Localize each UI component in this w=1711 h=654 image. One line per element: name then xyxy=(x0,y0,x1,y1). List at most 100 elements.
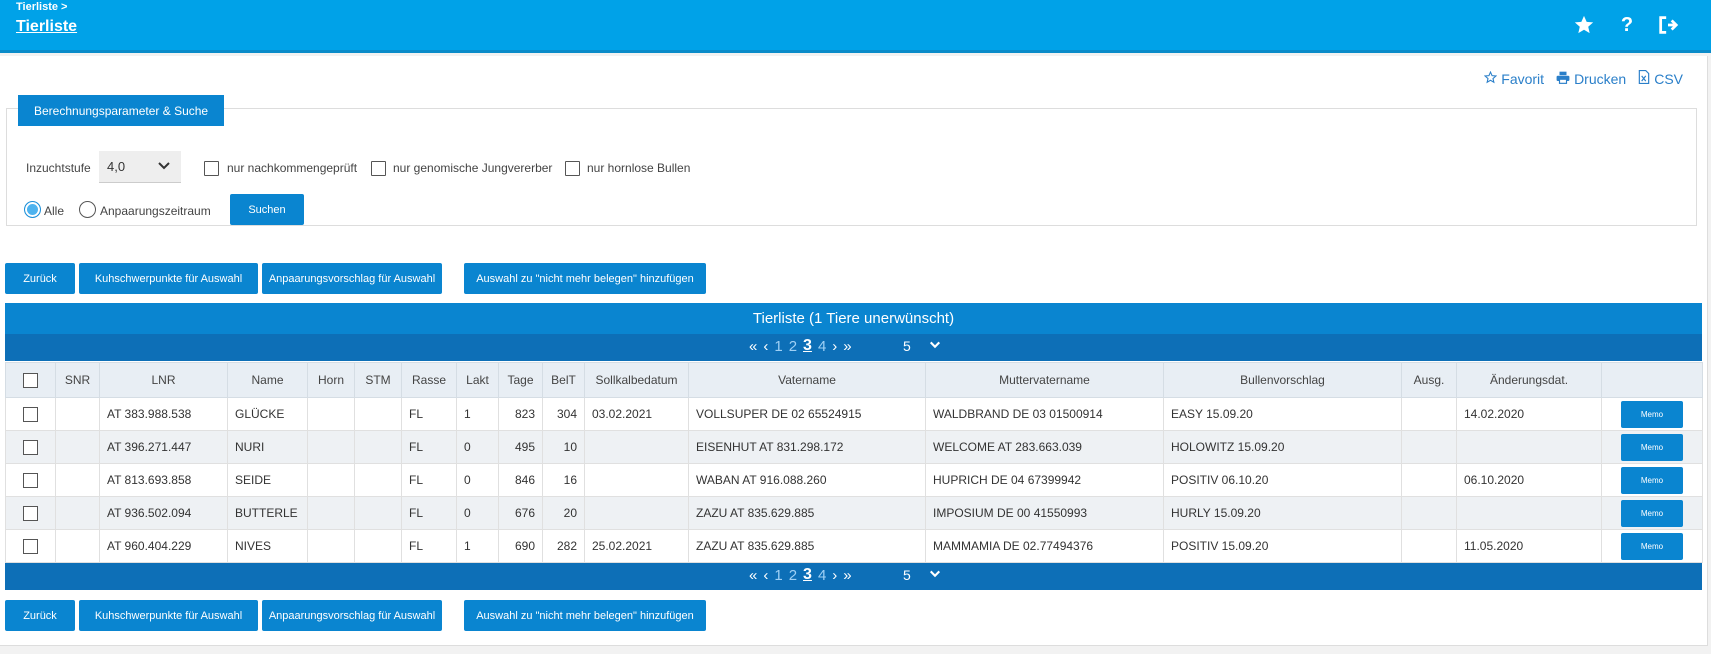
favorit-link[interactable]: Favorit xyxy=(1484,70,1544,87)
col-belt[interactable]: BelT xyxy=(542,362,585,398)
row-checkbox[interactable] xyxy=(23,538,38,554)
page-link[interactable]: 1 xyxy=(774,567,782,584)
table-row[interactable]: AT 813.693.858 SEIDE FL 0 846 16 WABAN AT 916.… xyxy=(5,463,1703,497)
table-row[interactable]: AT 383.988.538 GLÜCKE FL 1 823 304 03.02.2021 V… xyxy=(5,397,1703,431)
cell-lnr[interactable]: AT 936.502.094 xyxy=(99,496,228,530)
cell-rasse: FL xyxy=(401,463,457,497)
drucken-link[interactable]: Drucken xyxy=(1556,70,1626,87)
current-page[interactable]: 3 xyxy=(803,566,812,584)
inzucht-select[interactable]: 4,0 xyxy=(99,151,181,183)
col-name[interactable]: Name xyxy=(227,362,308,398)
memo-button[interactable]: Memo xyxy=(1621,433,1683,461)
col-bullenvorschlag[interactable]: Bullenvorschlag xyxy=(1163,362,1402,398)
breadcrumb[interactable]: Tierliste > xyxy=(16,1,67,13)
col-stm[interactable]: STM xyxy=(354,362,402,398)
anpaarungsvorschlag-button[interactable]: Anpaarungsvorschlag für Auswahl xyxy=(262,263,442,294)
cell-lakt: 0 xyxy=(456,496,499,530)
cell-lnr[interactable]: AT 813.693.858 xyxy=(99,463,228,497)
cell-muttervatername: IMPOSIUM DE 00 41550993 xyxy=(925,496,1164,530)
page-link[interactable]: 1 xyxy=(774,338,782,355)
nicht-mehr-belegen-button[interactable]: Auswahl zu "nicht mehr belegen" hinzufüg… xyxy=(464,263,706,294)
page-size-select[interactable]: 5 xyxy=(903,338,941,354)
memo-button[interactable]: Memo xyxy=(1621,400,1683,428)
prev-page-icon[interactable]: ‹ xyxy=(763,338,768,355)
row-checkbox[interactable] xyxy=(23,439,38,455)
cell-snr xyxy=(55,496,100,530)
cell-lnr[interactable]: AT 960.404.229 xyxy=(99,529,228,563)
cell-lnr[interactable]: AT 396.271.447 xyxy=(99,430,228,464)
cell-rasse: FL xyxy=(401,496,457,530)
suchen-button[interactable]: Suchen xyxy=(230,194,304,225)
logout-icon[interactable] xyxy=(1655,12,1681,38)
table-row[interactable]: AT 396.271.447 NURI FL 0 495 10 EISENHUT AT 83… xyxy=(5,430,1703,464)
cell-stm xyxy=(354,397,402,431)
table-row[interactable]: AT 960.404.229 NIVES FL 1 690 282 25.02.2021 ZA… xyxy=(5,529,1703,563)
last-page-icon[interactable]: » xyxy=(843,338,851,355)
next-page-icon[interactable]: › xyxy=(832,338,837,355)
radio-alle[interactable] xyxy=(24,201,41,218)
cell-aenderungsdat: 14.02.2020 xyxy=(1456,397,1602,431)
col-rasse[interactable]: Rasse xyxy=(401,362,457,398)
col-ausg[interactable]: Ausg. xyxy=(1401,362,1457,398)
cell-horn xyxy=(307,463,355,497)
print-icon xyxy=(1556,71,1570,87)
table-row[interactable]: AT 936.502.094 BUTTERLE FL 0 676 20 ZAZU AT 83… xyxy=(5,496,1703,530)
cell-bullenvorschlag: HOLOWITZ 15.09.20 xyxy=(1163,430,1402,464)
first-page-icon[interactable]: « xyxy=(749,338,757,355)
memo-button[interactable]: Memo xyxy=(1621,499,1683,527)
prev-page-icon[interactable]: ‹ xyxy=(763,567,768,584)
page-link[interactable]: 4 xyxy=(818,567,826,584)
zurueck-button[interactable]: Zurück xyxy=(5,263,75,294)
kuhschwerpunkte-button[interactable]: Kuhschwerpunkte für Auswahl xyxy=(79,263,258,294)
current-page[interactable]: 3 xyxy=(803,337,812,355)
search-panel-tab[interactable]: Berechnungsparameter & Suche xyxy=(18,95,225,126)
checkbox-hornlos[interactable] xyxy=(565,161,580,176)
kuhschwerpunkte-button-bottom[interactable]: Kuhschwerpunkte für Auswahl xyxy=(79,600,258,631)
col-lakt[interactable]: Lakt xyxy=(456,362,499,398)
row-actions-cell: Memo xyxy=(1601,463,1703,497)
chevron-down-icon xyxy=(929,338,941,354)
inzucht-label: Inzuchtstufe xyxy=(26,161,91,175)
col-vatername[interactable]: Vatername xyxy=(688,362,926,398)
cell-snr xyxy=(55,463,100,497)
zurueck-button-bottom[interactable]: Zurück xyxy=(5,600,75,631)
col-snr[interactable]: SNR xyxy=(55,362,100,398)
memo-button[interactable]: Memo xyxy=(1621,532,1683,560)
chevron-down-icon xyxy=(157,159,171,176)
help-icon[interactable]: ? xyxy=(1614,12,1640,38)
checkbox-nachkommengeprueft[interactable] xyxy=(204,161,219,176)
page-link[interactable]: 4 xyxy=(818,338,826,355)
row-checkbox[interactable] xyxy=(23,472,38,488)
page-size-value: 5 xyxy=(903,567,911,583)
page-title[interactable]: Tierliste xyxy=(16,18,77,36)
next-page-icon[interactable]: › xyxy=(832,567,837,584)
anpaarungsvorschlag-button-bottom[interactable]: Anpaarungsvorschlag für Auswahl xyxy=(262,600,442,631)
radio-anpaarungszeitraum[interactable] xyxy=(79,201,96,218)
row-checkbox[interactable] xyxy=(23,505,38,521)
col-horn[interactable]: Horn xyxy=(307,362,355,398)
checkbox-genomisch[interactable] xyxy=(371,161,386,176)
csv-link[interactable]: CSV xyxy=(1638,70,1683,87)
select-all-checkbox[interactable] xyxy=(23,372,38,388)
excel-file-icon xyxy=(1638,70,1650,87)
cell-name: BUTTERLE xyxy=(227,496,308,530)
cell-lnr[interactable]: AT 383.988.538 xyxy=(99,397,228,431)
page-size-select[interactable]: 5 xyxy=(903,567,941,583)
cell-stm xyxy=(354,463,402,497)
col-lnr[interactable]: LNR xyxy=(99,362,228,398)
page-link[interactable]: 2 xyxy=(789,338,797,355)
col-aenderungsdat[interactable]: Änderungsdat. xyxy=(1456,362,1602,398)
memo-button[interactable]: Memo xyxy=(1621,466,1683,494)
nicht-mehr-belegen-button-bottom[interactable]: Auswahl zu "nicht mehr belegen" hinzufüg… xyxy=(464,600,706,631)
row-checkbox[interactable] xyxy=(23,406,38,422)
star-icon[interactable] xyxy=(1571,12,1597,38)
col-sollkalbedatum[interactable]: Sollkalbedatum xyxy=(584,362,689,398)
row-select-cell xyxy=(5,496,56,530)
cell-tage: 823 xyxy=(498,397,543,431)
col-tage[interactable]: Tage xyxy=(498,362,543,398)
cell-tage: 846 xyxy=(498,463,543,497)
last-page-icon[interactable]: » xyxy=(843,567,851,584)
first-page-icon[interactable]: « xyxy=(749,567,757,584)
col-muttervatername[interactable]: Muttervatername xyxy=(925,362,1164,398)
page-link[interactable]: 2 xyxy=(789,567,797,584)
